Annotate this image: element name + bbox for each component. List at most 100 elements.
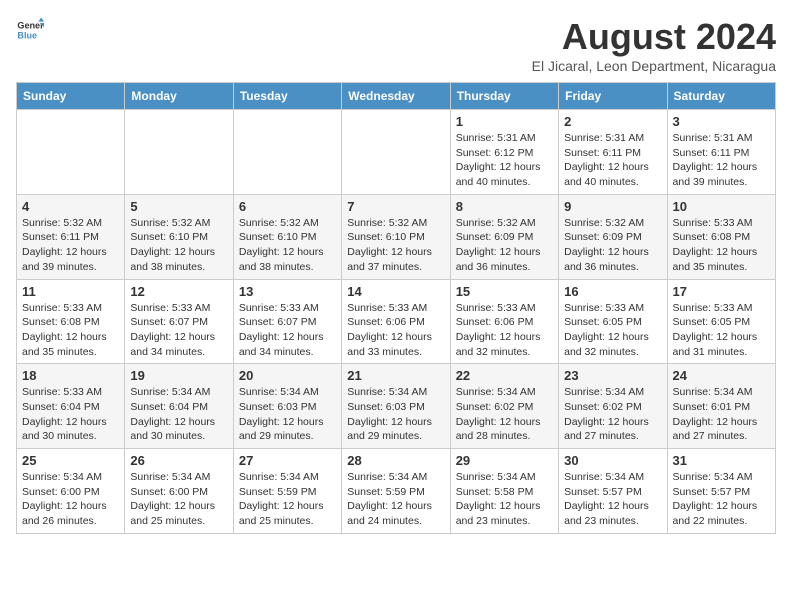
calendar-cell: 8 Sunrise: 5:32 AM Sunset: 6:09 PM Daylig… <box>450 194 558 279</box>
day-info: Sunrise: 5:34 AM Sunset: 6:00 PM Dayligh… <box>130 470 227 529</box>
day-number: 25 <box>22 453 119 468</box>
calendar-cell: 10Sunrise: 5:33 AM Sunset: 6:08 PM Dayli… <box>667 194 775 279</box>
calendar-cell: 12 Sunrise: 5:33 AM Sunset: 6:07 PM Dayli… <box>125 279 233 364</box>
day-info: Sunrise: 5:32 AM Sunset: 6:10 PM Dayligh… <box>347 216 444 275</box>
day-header-sunday: Sunday <box>17 83 125 110</box>
day-info: Sunrise: 5:32 AM Sunset: 6:11 PM Dayligh… <box>22 216 119 275</box>
calendar-cell: 21Sunrise: 5:34 AM Sunset: 6:03 PM Dayli… <box>342 364 450 449</box>
day-info: Sunrise: 5:33 AM Sunset: 6:07 PM Dayligh… <box>130 301 227 360</box>
day-number: 28 <box>347 453 444 468</box>
day-info: Sunrise: 5:34 AM Sunset: 6:02 PM Dayligh… <box>564 385 661 444</box>
day-number: 20 <box>239 368 336 383</box>
calendar-cell: 6 Sunrise: 5:32 AM Sunset: 6:10 PM Daylig… <box>233 194 341 279</box>
calendar-cell: 17Sunrise: 5:33 AM Sunset: 6:05 PM Dayli… <box>667 279 775 364</box>
day-number: 14 <box>347 284 444 299</box>
calendar-cell: 28 Sunrise: 5:34 AM Sunset: 5:59 PM Dayli… <box>342 449 450 534</box>
calendar-cell: 26 Sunrise: 5:34 AM Sunset: 6:00 PM Dayli… <box>125 449 233 534</box>
day-number: 15 <box>456 284 553 299</box>
calendar-header: SundayMondayTuesdayWednesdayThursdayFrid… <box>17 83 776 110</box>
day-info: Sunrise: 5:33 AM Sunset: 6:04 PM Dayligh… <box>22 385 119 444</box>
day-info: Sunrise: 5:34 AM Sunset: 6:04 PM Dayligh… <box>130 385 227 444</box>
day-number: 26 <box>130 453 227 468</box>
day-number: 18 <box>22 368 119 383</box>
calendar-cell: 31 Sunrise: 5:34 AM Sunset: 5:57 PM Dayli… <box>667 449 775 534</box>
day-info: Sunrise: 5:34 AM Sunset: 5:57 PM Dayligh… <box>564 470 661 529</box>
calendar-cell: 4 Sunrise: 5:32 AM Sunset: 6:11 PM Daylig… <box>17 194 125 279</box>
calendar-cell: 13 Sunrise: 5:33 AM Sunset: 6:07 PM Dayli… <box>233 279 341 364</box>
main-title: August 2024 <box>532 16 776 58</box>
day-info: Sunrise: 5:32 AM Sunset: 6:09 PM Dayligh… <box>564 216 661 275</box>
calendar-cell: 11 Sunrise: 5:33 AM Sunset: 6:08 PM Dayli… <box>17 279 125 364</box>
day-number: 12 <box>130 284 227 299</box>
day-number: 27 <box>239 453 336 468</box>
day-number: 5 <box>130 199 227 214</box>
day-number: 13 <box>239 284 336 299</box>
day-info: Sunrise: 5:34 AM Sunset: 5:57 PM Dayligh… <box>673 470 770 529</box>
day-header-thursday: Thursday <box>450 83 558 110</box>
calendar-cell <box>233 110 341 195</box>
logo: General Blue <box>16 16 44 44</box>
day-number: 7 <box>347 199 444 214</box>
day-number: 2 <box>564 114 661 129</box>
calendar-cell: 18 Sunrise: 5:33 AM Sunset: 6:04 PM Dayli… <box>17 364 125 449</box>
calendar-cell: 15 Sunrise: 5:33 AM Sunset: 6:06 PM Dayli… <box>450 279 558 364</box>
day-header-tuesday: Tuesday <box>233 83 341 110</box>
day-info: Sunrise: 5:34 AM Sunset: 5:59 PM Dayligh… <box>239 470 336 529</box>
calendar-cell: 9 Sunrise: 5:32 AM Sunset: 6:09 PM Daylig… <box>559 194 667 279</box>
calendar-cell: 14Sunrise: 5:33 AM Sunset: 6:06 PM Dayli… <box>342 279 450 364</box>
day-number: 1 <box>456 114 553 129</box>
calendar-cell <box>342 110 450 195</box>
day-info: Sunrise: 5:33 AM Sunset: 6:07 PM Dayligh… <box>239 301 336 360</box>
day-info: Sunrise: 5:31 AM Sunset: 6:11 PM Dayligh… <box>564 131 661 190</box>
day-number: 9 <box>564 199 661 214</box>
calendar-cell: 24Sunrise: 5:34 AM Sunset: 6:01 PM Dayli… <box>667 364 775 449</box>
subtitle: El Jicaral, Leon Department, Nicaragua <box>532 58 776 74</box>
calendar-body: 1Sunrise: 5:31 AM Sunset: 6:12 PM Daylig… <box>17 110 776 534</box>
day-header-wednesday: Wednesday <box>342 83 450 110</box>
day-header-saturday: Saturday <box>667 83 775 110</box>
day-number: 4 <box>22 199 119 214</box>
day-info: Sunrise: 5:34 AM Sunset: 6:03 PM Dayligh… <box>239 385 336 444</box>
day-number: 19 <box>130 368 227 383</box>
week-row-4: 18 Sunrise: 5:33 AM Sunset: 6:04 PM Dayli… <box>17 364 776 449</box>
calendar-cell: 29Sunrise: 5:34 AM Sunset: 5:58 PM Dayli… <box>450 449 558 534</box>
week-row-2: 4 Sunrise: 5:32 AM Sunset: 6:11 PM Daylig… <box>17 194 776 279</box>
logo-icon: General Blue <box>16 16 44 44</box>
day-info: Sunrise: 5:32 AM Sunset: 6:09 PM Dayligh… <box>456 216 553 275</box>
day-info: Sunrise: 5:33 AM Sunset: 6:06 PM Dayligh… <box>456 301 553 360</box>
calendar-cell: 5 Sunrise: 5:32 AM Sunset: 6:10 PM Daylig… <box>125 194 233 279</box>
day-number: 31 <box>673 453 770 468</box>
day-number: 3 <box>673 114 770 129</box>
calendar-cell: 20 Sunrise: 5:34 AM Sunset: 6:03 PM Dayli… <box>233 364 341 449</box>
calendar-table: SundayMondayTuesdayWednesdayThursdayFrid… <box>16 82 776 534</box>
day-number: 17 <box>673 284 770 299</box>
day-info: Sunrise: 5:33 AM Sunset: 6:05 PM Dayligh… <box>564 301 661 360</box>
day-number: 21 <box>347 368 444 383</box>
day-info: Sunrise: 5:34 AM Sunset: 5:58 PM Dayligh… <box>456 470 553 529</box>
day-info: Sunrise: 5:31 AM Sunset: 6:11 PM Dayligh… <box>673 131 770 190</box>
calendar-cell <box>125 110 233 195</box>
calendar-cell: 7 Sunrise: 5:32 AM Sunset: 6:10 PM Daylig… <box>342 194 450 279</box>
day-number: 11 <box>22 284 119 299</box>
day-number: 8 <box>456 199 553 214</box>
svg-text:Blue: Blue <box>17 30 37 40</box>
day-number: 22 <box>456 368 553 383</box>
svg-text:General: General <box>17 21 44 31</box>
day-info: Sunrise: 5:34 AM Sunset: 5:59 PM Dayligh… <box>347 470 444 529</box>
calendar-cell: 19 Sunrise: 5:34 AM Sunset: 6:04 PM Dayli… <box>125 364 233 449</box>
day-number: 6 <box>239 199 336 214</box>
calendar-cell: 1Sunrise: 5:31 AM Sunset: 6:12 PM Daylig… <box>450 110 558 195</box>
day-info: Sunrise: 5:32 AM Sunset: 6:10 PM Dayligh… <box>130 216 227 275</box>
day-info: Sunrise: 5:34 AM Sunset: 6:00 PM Dayligh… <box>22 470 119 529</box>
day-info: Sunrise: 5:33 AM Sunset: 6:08 PM Dayligh… <box>673 216 770 275</box>
page-header: General Blue August 2024 El Jicaral, Leo… <box>16 16 776 74</box>
day-number: 23 <box>564 368 661 383</box>
day-info: Sunrise: 5:32 AM Sunset: 6:10 PM Dayligh… <box>239 216 336 275</box>
day-info: Sunrise: 5:33 AM Sunset: 6:08 PM Dayligh… <box>22 301 119 360</box>
calendar-cell: 23 Sunrise: 5:34 AM Sunset: 6:02 PM Dayli… <box>559 364 667 449</box>
title-section: August 2024 El Jicaral, Leon Department,… <box>532 16 776 74</box>
day-header-monday: Monday <box>125 83 233 110</box>
week-row-5: 25 Sunrise: 5:34 AM Sunset: 6:00 PM Dayli… <box>17 449 776 534</box>
day-number: 30 <box>564 453 661 468</box>
day-header-friday: Friday <box>559 83 667 110</box>
